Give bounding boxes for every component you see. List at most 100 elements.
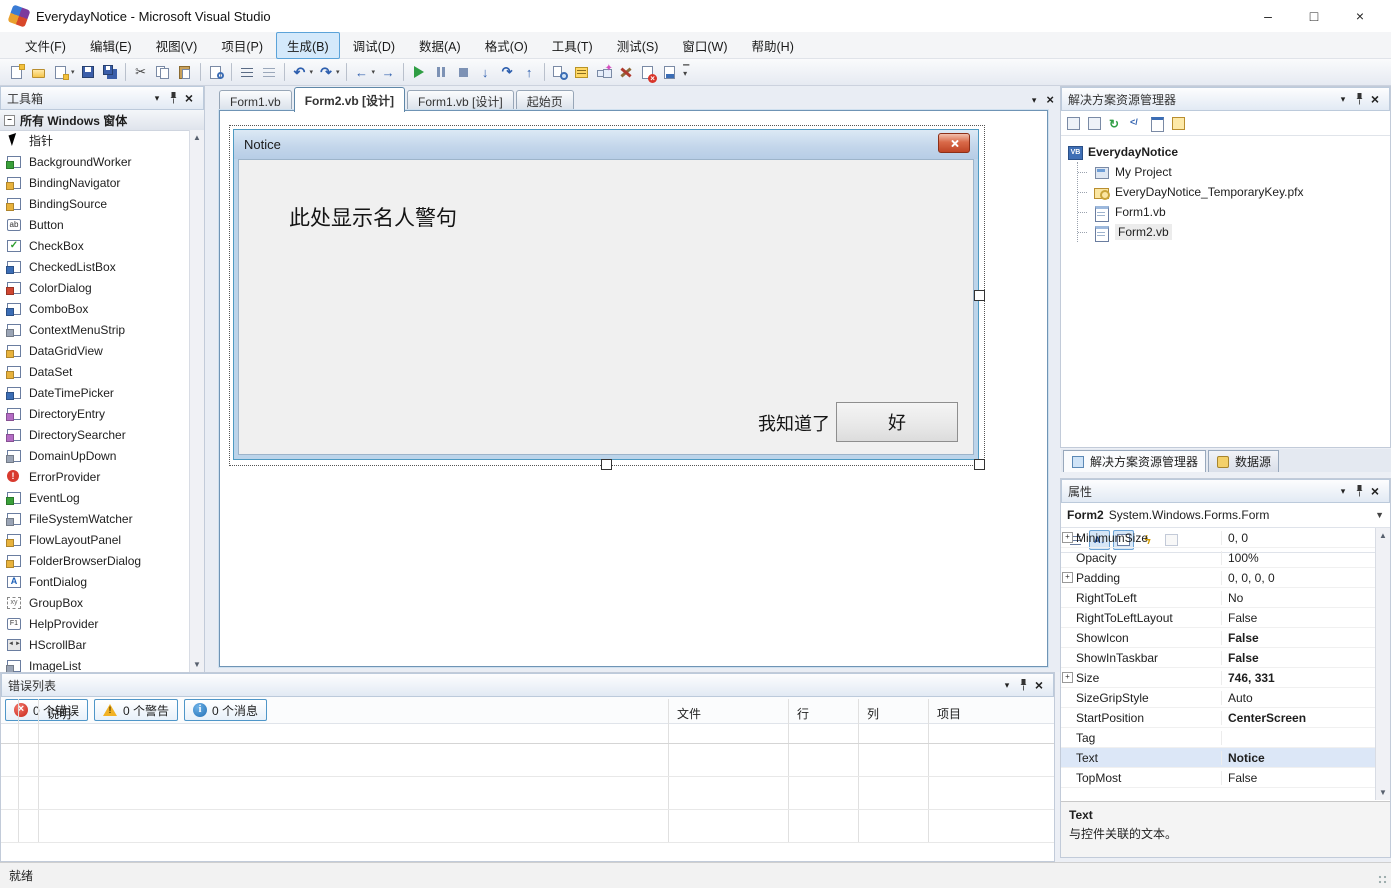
view-code-icon[interactable] [1128, 115, 1145, 131]
chevron-down-icon[interactable]: ▼ [1375, 510, 1384, 520]
toolbox-item[interactable]: DomainUpDown [0, 445, 189, 466]
scroll-up-icon[interactable]: ▲ [1379, 528, 1387, 543]
toolbar-button[interactable]: ▾ [452, 61, 474, 83]
minimize-button[interactable]: – [1245, 0, 1291, 32]
toolbar-button[interactable]: ▾ [28, 61, 50, 83]
solution-tree-item[interactable]: Form1.vb [1078, 202, 1390, 222]
property-value[interactable]: Notice [1222, 751, 1375, 765]
error-column-header[interactable] [19, 699, 39, 743]
property-row[interactable]: ShowInTaskbar False [1061, 648, 1375, 668]
toolbar-button[interactable]: ▾ [549, 61, 571, 83]
toolbox-item[interactable]: ColorDialog [0, 277, 189, 298]
error-column-header[interactable]: 文件 [669, 699, 789, 743]
ok-button[interactable]: 好 [836, 402, 958, 442]
toolbar-overflow-icon[interactable]: ▔▾ [683, 68, 689, 76]
pin-icon[interactable] [1015, 677, 1031, 693]
expand-icon[interactable] [1061, 773, 1074, 782]
property-value[interactable]: False [1222, 651, 1375, 665]
expand-icon[interactable] [1061, 553, 1074, 562]
dropdown-arrow-icon[interactable]: ▾ [336, 68, 340, 76]
toolbar-button[interactable]: ▾ [315, 61, 342, 83]
close-button[interactable]: × [1337, 0, 1383, 32]
toolbox-scrollbar[interactable]: ▲ ▼ [189, 130, 204, 672]
document-tab[interactable]: Form1.vb [设计] [407, 90, 514, 112]
toolbar-button[interactable]: ▾ [351, 61, 378, 83]
property-value[interactable]: Auto [1222, 691, 1375, 705]
expand-icon[interactable] [1061, 593, 1074, 602]
dock-tab[interactable]: 数据源 [1208, 450, 1279, 472]
property-row[interactable]: TopMost False [1061, 768, 1375, 788]
solution-tree-item[interactable]: My Project [1078, 162, 1390, 182]
toolbox-item[interactable]: ComboBox [0, 298, 189, 319]
toolbar-button[interactable]: ▾ [152, 61, 174, 83]
menu-item[interactable]: 调试(D) [342, 32, 406, 59]
toolbox-item[interactable]: BackgroundWorker [0, 151, 189, 172]
error-column-header[interactable] [1, 699, 19, 743]
toolbox-item[interactable]: FileSystemWatcher [0, 508, 189, 529]
close-icon[interactable]: × [1367, 91, 1383, 107]
property-row[interactable]: SizeGripStyle Auto [1061, 688, 1375, 708]
document-tab[interactable]: 起始页 [516, 90, 574, 112]
toolbox-item[interactable]: DirectorySearcher [0, 424, 189, 445]
toolbar-button[interactable]: ▾ [474, 61, 496, 83]
toolbar-button[interactable]: ▾ [258, 61, 280, 83]
toolbar-button[interactable]: ▾ [77, 61, 99, 83]
object-selector[interactable]: Form2 System.Windows.Forms.Form ▼ [1061, 503, 1390, 528]
menu-item[interactable]: 编辑(E) [79, 32, 143, 59]
pin-icon[interactable] [1351, 483, 1367, 499]
toolbar-button[interactable]: ▾ [99, 61, 121, 83]
toolbox-item[interactable]: ImageList [0, 655, 189, 672]
toolbox-item[interactable]: DataSet [0, 361, 189, 382]
solution-tree-item[interactable]: Form2.vb [1078, 222, 1390, 242]
toolbar-button[interactable]: ▾ [236, 61, 258, 83]
menu-item[interactable]: 文件(F) [14, 32, 77, 59]
solution-tree-root[interactable]: EverydayNotice [1067, 142, 1390, 162]
toolbar-button[interactable]: ▾ [205, 61, 227, 83]
active-files-icon[interactable] [1032, 92, 1037, 107]
toolbar-button[interactable]: ▾ [544, 63, 545, 81]
property-row[interactable]: StartPosition CenterScreen [1061, 708, 1375, 728]
property-row[interactable]: + MinimumSize 0, 0 [1061, 528, 1375, 548]
pin-icon[interactable] [1351, 91, 1367, 107]
dropdown-arrow-icon[interactable]: ▾ [71, 68, 75, 76]
form-body[interactable]: 此处显示名人警句 我知道了 好 [238, 159, 974, 455]
property-value[interactable]: False [1222, 631, 1375, 645]
expand-icon[interactable]: + [1061, 572, 1074, 583]
properties-scrollbar[interactable]: ▲ ▼ [1375, 528, 1390, 800]
toolbar-button[interactable]: ▾ [284, 63, 285, 81]
property-value[interactable]: 100% [1222, 551, 1375, 565]
resize-handle-bottom[interactable] [601, 459, 612, 470]
toolbar-button[interactable]: ▾ [231, 63, 232, 81]
error-column-header[interactable]: 说明 [39, 699, 669, 743]
toolbox-item[interactable]: BindingSource [0, 193, 189, 214]
resize-grip-icon[interactable] [1378, 875, 1388, 885]
menu-item[interactable]: 格式(O) [474, 32, 539, 59]
menu-item[interactable]: 项目(P) [210, 32, 274, 59]
expand-icon[interactable] [1061, 633, 1074, 642]
dock-tab[interactable]: 解决方案资源管理器 [1063, 450, 1206, 472]
se-properties-icon[interactable] [1065, 115, 1082, 131]
property-value[interactable]: False [1222, 771, 1375, 785]
toolbar-button[interactable]: ▾ [346, 63, 347, 81]
property-value[interactable]: CenterScreen [1222, 711, 1375, 725]
toolbar-button[interactable]: ▾ [593, 61, 615, 83]
toolbar-button[interactable]: ▾ [289, 61, 316, 83]
window-position-icon[interactable] [149, 90, 165, 106]
toolbox-item[interactable]: FolderBrowserDialog [0, 550, 189, 571]
toolbox-item[interactable]: FontDialog [0, 571, 189, 592]
window-position-icon[interactable] [999, 677, 1015, 693]
property-row[interactable]: RightToLeftLayout False [1061, 608, 1375, 628]
toolbar-button[interactable]: ▾ [615, 61, 637, 83]
toolbar-button[interactable]: ▾ [200, 63, 201, 81]
property-row[interactable]: Text Notice [1061, 748, 1375, 768]
toolbox-item[interactable]: HScrollBar [0, 634, 189, 655]
toolbox-group-header[interactable]: − 所有 Windows 窗体 [0, 110, 204, 131]
property-value[interactable]: No [1222, 591, 1375, 605]
toolbar-button[interactable]: ▾ [518, 61, 540, 83]
collapse-icon[interactable]: − [4, 115, 15, 126]
toolbox-item[interactable]: Button [0, 214, 189, 235]
pin-icon[interactable] [165, 90, 181, 106]
expand-icon[interactable] [1061, 733, 1074, 742]
dropdown-arrow-icon[interactable]: ▾ [372, 68, 376, 76]
property-value[interactable]: 0, 0 [1222, 531, 1375, 545]
